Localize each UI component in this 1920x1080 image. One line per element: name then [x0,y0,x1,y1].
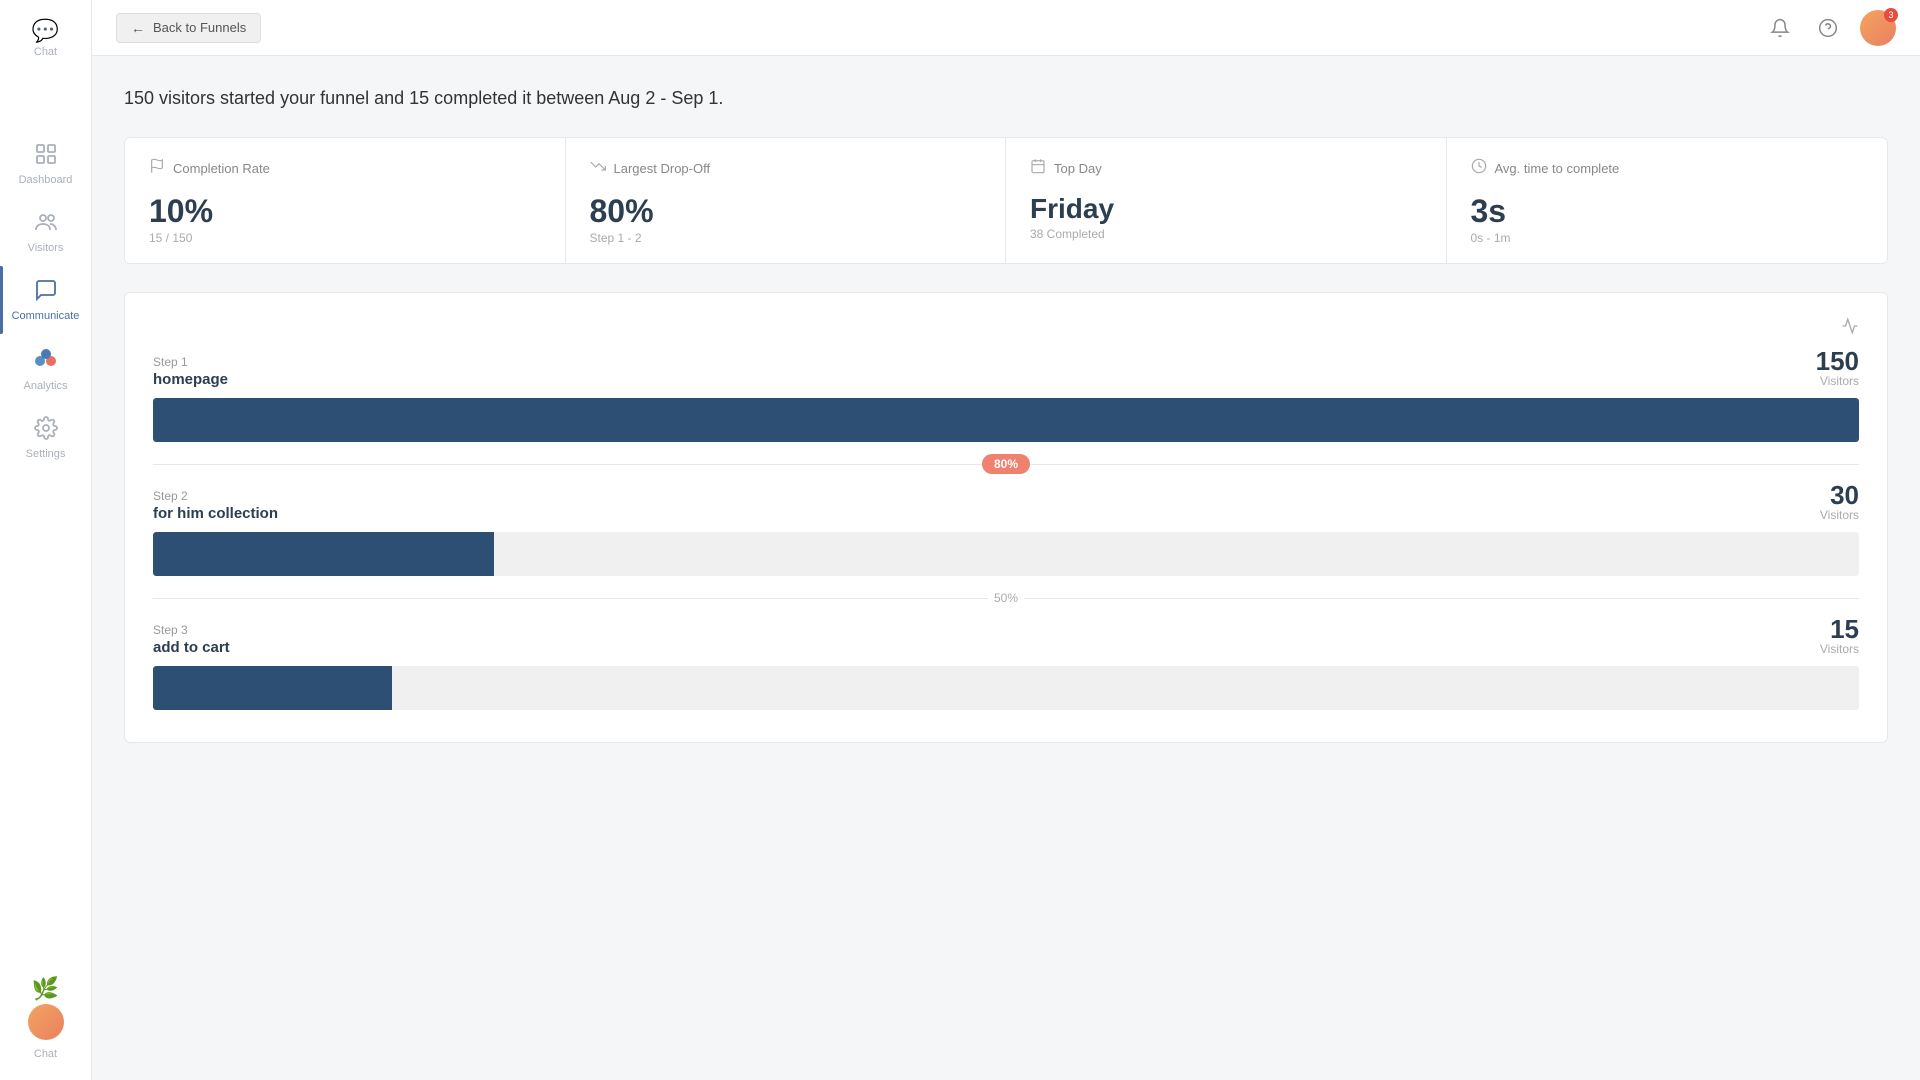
user-avatar-container[interactable]: 3 [1860,10,1896,46]
sidebar-item-chat[interactable]: 💬 Chat [0,8,91,70]
sidebar-label-dashboard: Dashboard [19,174,73,186]
sidebar-item-settings[interactable]: Settings [0,404,91,472]
stat-card-completion-rate: Completion Rate 10% 15 / 150 [125,138,566,263]
funnel-divider-2: 50% [153,584,1859,612]
communicate-icon [34,278,58,306]
funnel-action-row [153,317,1859,340]
stat-card-avg-time: Avg. time to complete 3s 0s - 1m [1447,138,1888,263]
funnel-options-icon[interactable] [1841,317,1859,340]
sidebar-item-communicate[interactable]: Communicate [0,266,91,334]
stat-label-topday: Top Day [1054,161,1102,176]
stat-header-dropoff: Largest Drop-Off [590,158,982,179]
step-1-visitors: 150 Visitors [1816,348,1859,388]
stats-cards-row: Completion Rate 10% 15 / 150 Largest Dro… [124,137,1888,264]
stat-value-topday: Friday [1030,195,1422,223]
sidebar-label-settings: Settings [26,448,66,460]
stat-card-largest-dropoff: Largest Drop-Off 80% Step 1 - 2 [566,138,1007,263]
funnel-step-2: Step 2 for him collection 30 Visitors [153,482,1859,576]
funnel-steps-section: Step 1 homepage 150 Visitors 80% [124,292,1888,743]
stat-sub-dropoff: Step 1 - 2 [590,231,982,245]
step-1-name: homepage [153,371,228,388]
step-3-name: add to cart [153,639,230,656]
notification-bell-icon[interactable] [1764,12,1796,44]
step-2-label-group: Step 2 for him collection [153,489,278,522]
stat-sub-topday: 38 Completed [1030,227,1422,241]
stat-label-completion: Completion Rate [173,161,270,176]
clock-icon [1471,158,1487,179]
dropoff-icon [590,158,606,179]
stat-value-completion: 10% [149,195,541,227]
stat-label-dropoff: Largest Drop-Off [614,161,711,176]
step-1-visitors-count: 150 [1816,348,1859,374]
funnel-step-3-header: Step 3 add to cart 15 Visitors [153,616,1859,656]
stat-sub-avgtime: 0s - 1m [1471,231,1864,245]
sidebar-label-visitors: Visitors [28,242,64,254]
sidebar-item-analytics[interactable]: Analytics [0,334,91,404]
chat-icon: 💬 [32,20,59,42]
sidebar-bottom: 🌿 Chat [28,966,64,1080]
stat-header-avgtime: Avg. time to complete [1471,158,1864,179]
funnel-bar-2 [153,532,494,576]
funnel-bar-2-container [153,532,1859,576]
sidebar-item-dashboard[interactable]: Dashboard [0,130,91,198]
step-2-visitors: 30 Visitors [1820,482,1859,522]
stat-value-avgtime: 3s [1471,195,1864,227]
step-1-visitors-label: Visitors [1816,374,1859,388]
sidebar-chat-bottom-label: Chat [34,1048,57,1060]
sidebar-label-analytics: Analytics [23,380,67,392]
content-area: 150 visitors started your funnel and 15 … [92,56,1920,1080]
settings-icon [34,416,58,444]
step-3-label-group: Step 3 add to cart [153,623,230,656]
sidebar-label-communicate: Communicate [12,310,80,322]
step-2-name: for him collection [153,505,278,522]
header-right: 3 [1764,10,1896,46]
step-1-label-group: Step 1 homepage [153,355,228,388]
funnel-drop-badge-1: 80% [982,454,1030,474]
calendar-icon [1030,158,1046,179]
funnel-bar-1-container [153,398,1859,442]
sidebar-item-chat-bottom[interactable]: 🌿 Chat [28,966,64,1064]
funnel-bar-1 [153,398,1859,442]
stat-card-top-day: Top Day Friday 38 Completed [1006,138,1447,263]
header-left: ← Back to Funnels [116,13,261,43]
analytics-icon [33,346,59,376]
page-header: ← Back to Funnels 3 [92,0,1920,56]
stat-label-avgtime: Avg. time to complete [1495,161,1620,176]
step-3-visitors: 15 Visitors [1820,616,1859,656]
back-arrow-icon: ← [131,20,145,36]
funnel-divider-1: 80% [153,450,1859,478]
back-button-label: Back to Funnels [153,20,246,35]
funnel-step-3: Step 3 add to cart 15 Visitors [153,616,1859,710]
main-content: ← Back to Funnels 3 150 visitors started… [92,0,1920,1080]
step-2-number: Step 2 [153,489,278,503]
step-3-number: Step 3 [153,623,230,637]
funnel-bar-3-container [153,666,1859,710]
stat-value-dropoff: 80% [590,195,982,227]
page-summary: 150 visitors started your funnel and 15 … [124,88,1888,109]
leaf-icon: 🌿 [32,978,59,1000]
stat-sub-completion: 15 / 150 [149,231,541,245]
avatar-notification-badge: 3 [1884,8,1898,22]
step-2-visitors-label: Visitors [1820,508,1859,522]
sidebar-avatar[interactable] [28,1004,64,1040]
stat-header-topday: Top Day [1030,158,1422,179]
step-3-visitors-label: Visitors [1820,642,1859,656]
dashboard-icon [34,142,58,170]
visitors-icon [34,210,58,238]
step-3-visitors-count: 15 [1820,616,1859,642]
sidebar-label-chat: Chat [34,46,57,58]
sidebar: 💬 Chat Dashboard Visitors Communicate [0,0,92,1080]
stat-header-completion: Completion Rate [149,158,541,179]
flag-icon [149,158,165,179]
funnel-drop-pct-2: 50% [988,591,1024,605]
funnel-step-1-header: Step 1 homepage 150 Visitors [153,348,1859,388]
funnel-step-2-header: Step 2 for him collection 30 Visitors [153,482,1859,522]
step-2-visitors-count: 30 [1820,482,1859,508]
funnel-bar-3 [153,666,392,710]
help-icon[interactable] [1812,12,1844,44]
funnel-step-1: Step 1 homepage 150 Visitors [153,348,1859,442]
back-to-funnels-button[interactable]: ← Back to Funnels [116,13,261,43]
step-1-number: Step 1 [153,355,228,369]
sidebar-item-visitors[interactable]: Visitors [0,198,91,266]
